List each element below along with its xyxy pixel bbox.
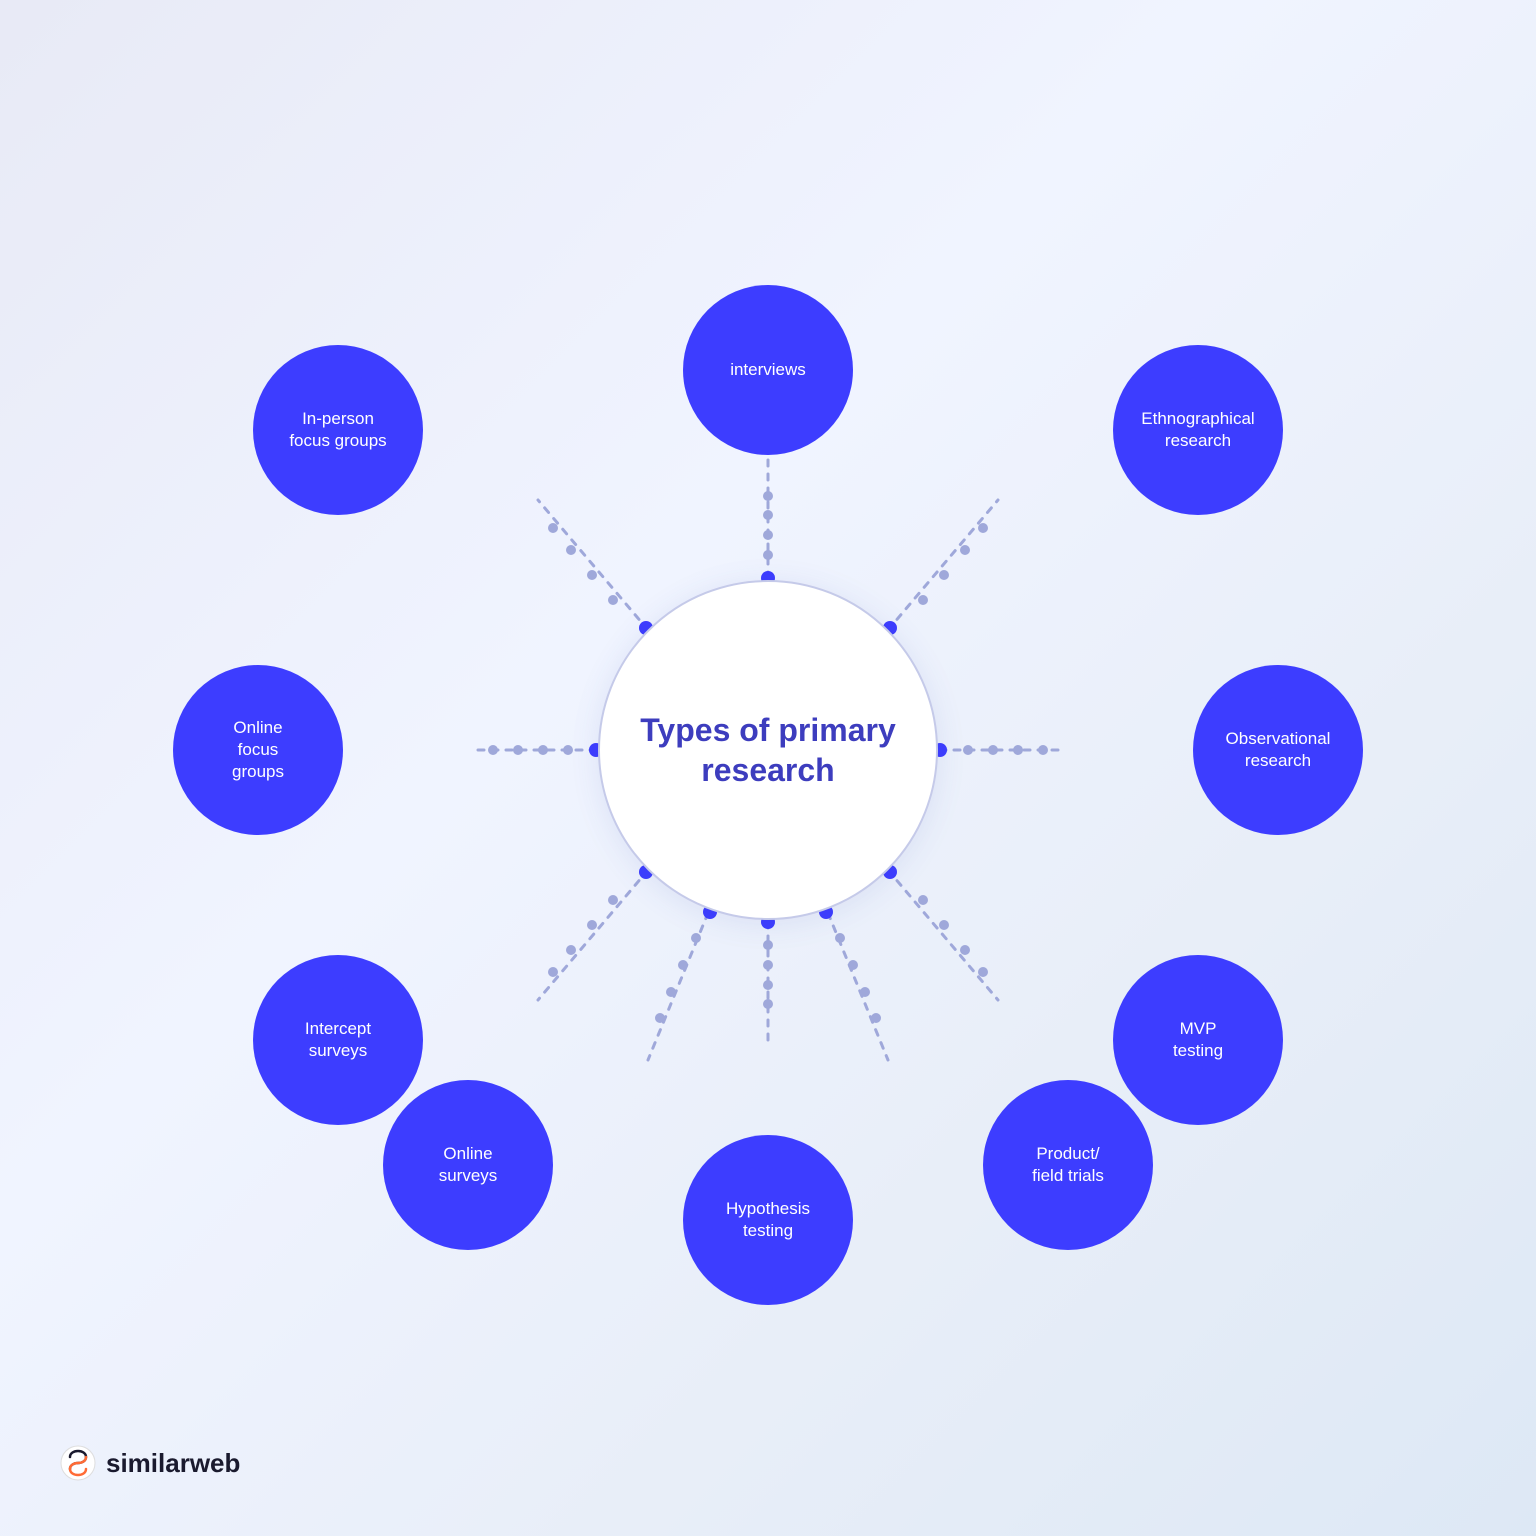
logo: similarweb bbox=[60, 1445, 240, 1481]
similarweb-logo-icon bbox=[60, 1445, 96, 1481]
satellite-online-focus: Onlinefocusgroups bbox=[173, 665, 343, 835]
center-circle: Types of primary research bbox=[598, 580, 938, 920]
center-text: Types of primary research bbox=[600, 690, 936, 810]
logo-text: similarweb bbox=[106, 1448, 240, 1479]
satellite-mvp: MVPtesting bbox=[1113, 955, 1283, 1125]
satellite-inperson: In-personfocus groups bbox=[253, 345, 423, 515]
diagram-container: Types of primary research interviews Eth… bbox=[318, 300, 1218, 1200]
satellite-hypothesis: Hypothesistesting bbox=[683, 1135, 853, 1305]
satellite-ethnographical: Ethnographicalresearch bbox=[1113, 345, 1283, 515]
satellite-observational: Observationalresearch bbox=[1193, 665, 1363, 835]
satellite-online-surveys: Onlinesurveys bbox=[383, 1080, 553, 1250]
satellite-product: Product/field trials bbox=[983, 1080, 1153, 1250]
satellite-intercept: Interceptsurveys bbox=[253, 955, 423, 1125]
satellite-interviews: interviews bbox=[683, 285, 853, 455]
